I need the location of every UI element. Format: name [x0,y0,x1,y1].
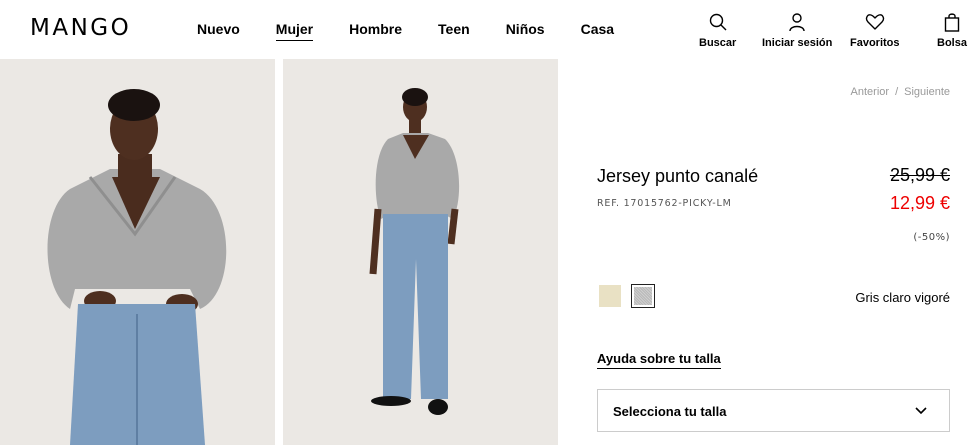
pager-separator: / [895,86,899,98]
nav-item-casa[interactable]: Casa [581,21,614,41]
color-swatch-beige[interactable] [599,285,621,307]
bag-icon [944,13,960,32]
size-select[interactable]: Selecciona tu talla [597,389,950,432]
login-label: Iniciar sesión [762,37,833,49]
favorites-button[interactable]: Favoritos [850,12,900,49]
product-reference: REF. 17015762-PICKY-LM [597,198,732,209]
model-closeup-illustration [47,89,227,445]
swatch-grey-fill [634,287,652,305]
search-button[interactable]: Buscar [699,12,736,49]
nav-item-hombre[interactable]: Hombre [349,21,402,41]
size-help-link[interactable]: Ayuda sobre tu talla [597,351,721,369]
selected-color-name: Gris claro vigoré [855,290,950,305]
nav-item-teen[interactable]: Teen [438,21,470,41]
bag-label: Bolsa [937,37,967,49]
model-fullbody-illustration [369,88,460,415]
nav-item-mujer[interactable]: Mujer [275,21,314,41]
heart-icon [865,14,884,30]
next-link[interactable]: Siguiente [904,86,950,98]
chevron-down-icon [915,407,927,415]
product-photo-closeup[interactable] [0,59,275,445]
product-photo-fullbody[interactable] [283,59,558,445]
sale-price: 12,99 € [889,193,950,213]
color-swatch-grey[interactable] [631,284,655,308]
nav-item-ninos[interactable]: Niños [506,21,545,41]
original-price: 25,99 € [889,165,950,185]
previous-link[interactable]: Anterior [851,86,890,98]
product-pager: Anterior / Siguiente [851,86,950,98]
bag-button[interactable]: Bolsa [937,12,967,49]
mango-logo[interactable]: MANGO [30,15,131,41]
site-header: MANGO Nuevo Mujer Hombre Teen Niños Casa… [0,0,974,58]
nav-item-nuevo[interactable]: Nuevo [197,21,240,41]
user-icon [789,13,805,32]
search-icon [709,13,727,31]
favorites-label: Favoritos [850,37,900,49]
login-button[interactable]: Iniciar sesión [762,12,832,49]
product-title: Jersey punto canalé [597,166,759,186]
main-nav: Nuevo Mujer Hombre Teen Niños Casa [197,21,650,41]
discount-badge: (-50%) [913,232,950,243]
search-label: Buscar [699,37,737,49]
size-select-label: Selecciona tu talla [613,404,727,419]
